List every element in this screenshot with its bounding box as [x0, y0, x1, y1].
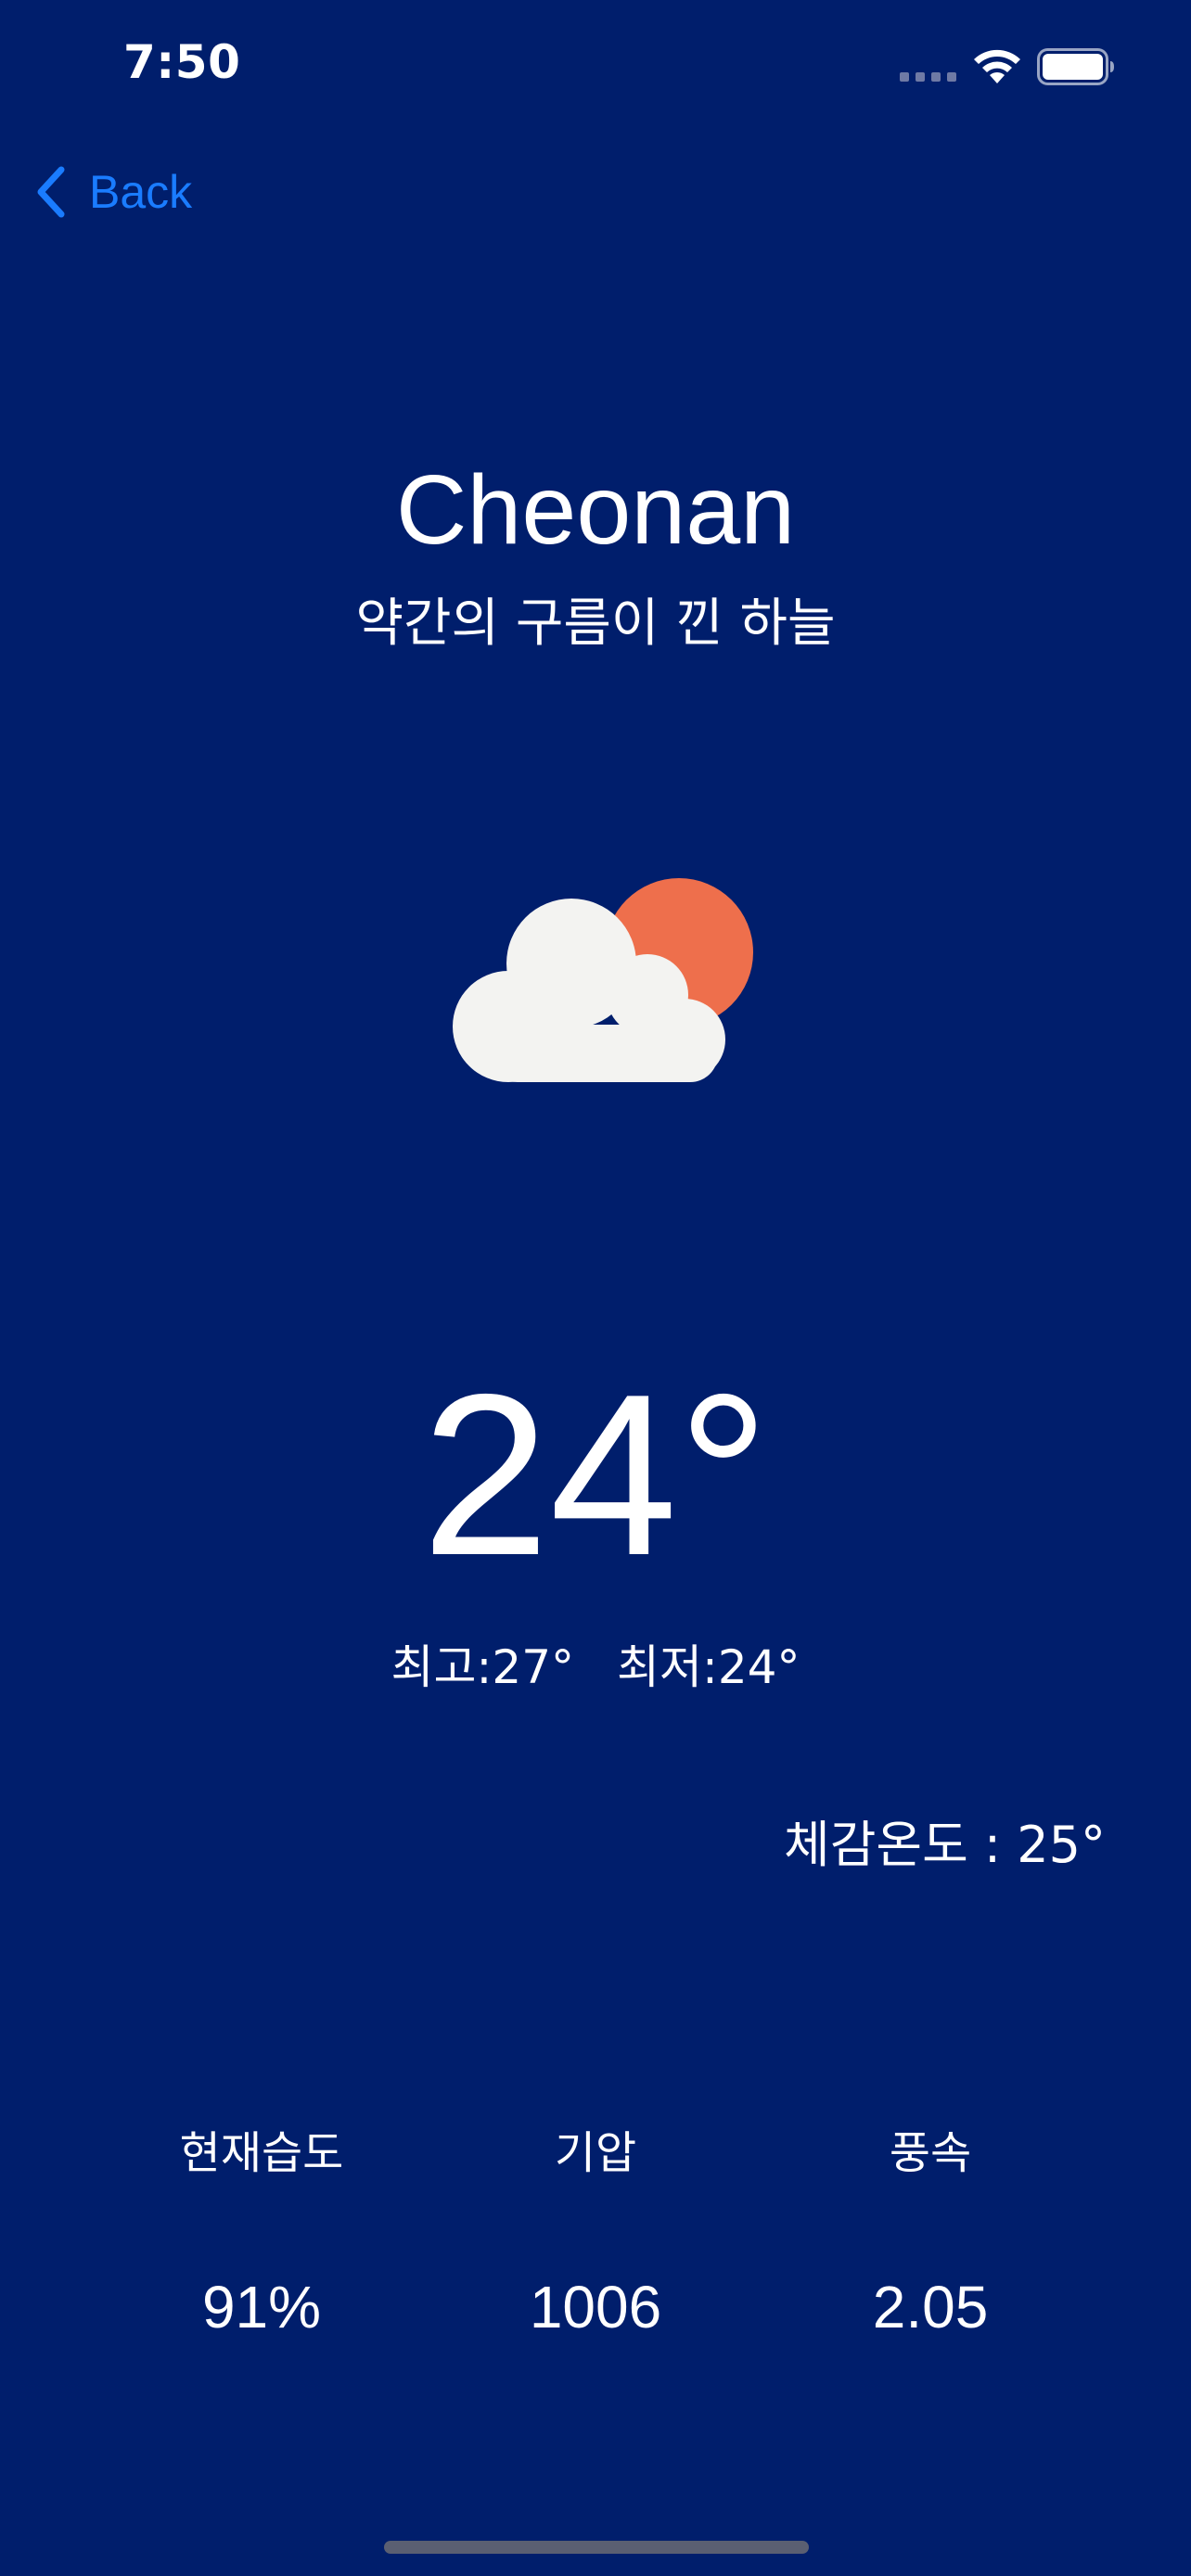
- back-button[interactable]: Back: [33, 161, 192, 223]
- chevron-left-icon: [37, 166, 65, 218]
- current-temperature: 24°: [421, 1345, 770, 1603]
- partly-cloudy-sun-icon: [453, 878, 753, 1082]
- feels-like-temperature: 체감온도 : 25°: [784, 1816, 1106, 1874]
- wind-speed-value: 2.05: [872, 2274, 989, 2340]
- cellular-signal-icon: [900, 72, 957, 82]
- weather-detail-screen: 7:50 Back Cheonan 약간의 구름이 낀 하늘 24° 최고:27…: [0, 0, 1191, 2576]
- weather-description: 약간의 구름이 낀 하늘: [355, 593, 836, 654]
- battery-icon: [1037, 48, 1114, 85]
- high-low-temperatures: 최고:27° 최저:24°: [0, 1638, 1191, 1697]
- city-name: Cheonan: [395, 455, 796, 565]
- back-label: Back: [89, 166, 193, 218]
- pressure-label: 기압: [554, 2127, 637, 2179]
- high-temperature: 최고:27°: [391, 1640, 574, 1694]
- wind-speed-label: 풍속: [889, 2127, 972, 2179]
- status-time: 7:50: [123, 35, 241, 89]
- humidity-label: 현재습도: [179, 2127, 344, 2179]
- home-indicator[interactable]: [384, 2541, 809, 2554]
- humidity-value: 91%: [201, 2274, 322, 2340]
- low-temperature: 최저:24°: [617, 1640, 800, 1694]
- wifi-icon: [974, 49, 1020, 83]
- pressure-value: 1006: [529, 2274, 662, 2340]
